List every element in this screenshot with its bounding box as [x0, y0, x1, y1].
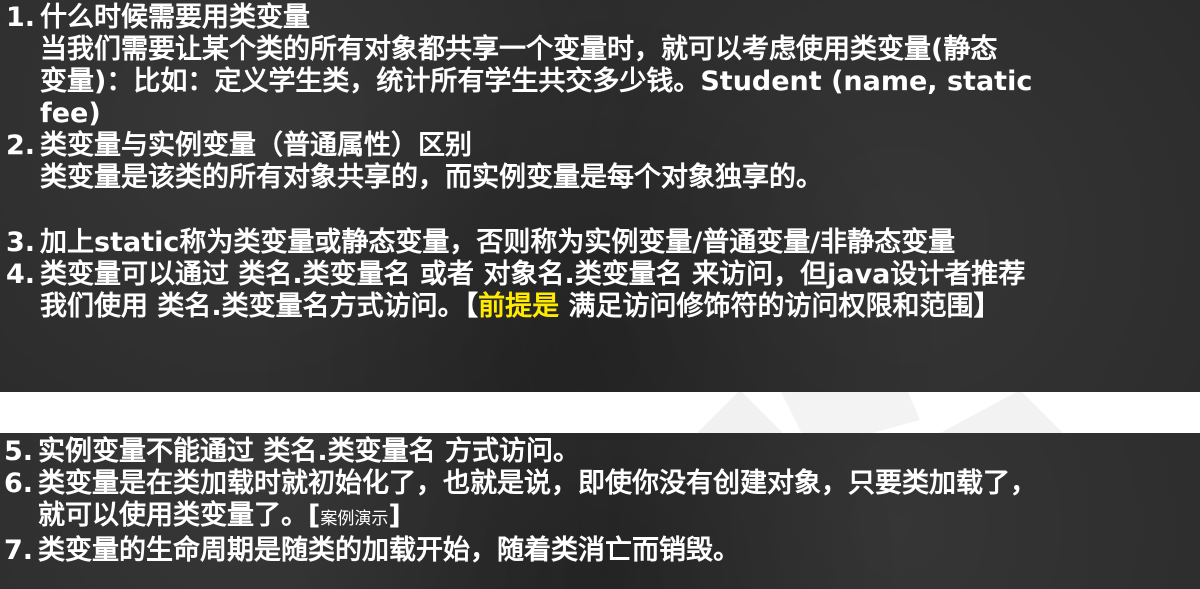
page: 1. 什么时候需要用类变量 当我们需要让某个类的所有对象都共享一个变量时，就可以…: [0, 0, 1200, 589]
item-text-segment: 就可以使用类变量了。: [38, 500, 308, 531]
item-heading: 类变量与实例变量（普通属性）区别: [40, 130, 472, 161]
item-number: 4.: [6, 259, 36, 290]
item-text-line: 类变量是在类加载时就初始化了，也就是说，即使你没有创建对象，只要类加载了，: [38, 468, 1037, 499]
item-text-line: 变量)：比如：定义学生类，统计所有学生共交多少钱。Student (name, …: [40, 66, 1033, 97]
item-number: 7.: [4, 535, 34, 566]
item-text-line: 类变量的生命周期是随类的加载开始，随着类消亡而销毁。: [38, 535, 740, 566]
item-number: 3.: [6, 227, 36, 258]
slide-bottom-panel: 5. 实例变量不能通过 类名.类变量名 方式访问。 6. 类变量是在类加载时就初…: [0, 433, 1200, 589]
bracket-open: [: [308, 500, 321, 531]
item-text-segment: 我们使用 类名.类变量名方式访问。【: [40, 291, 479, 322]
item-text-line: 加上static称为类变量或静态变量，否则称为实例变量/普通变量/非静态变量: [40, 227, 956, 258]
item-number: 6.: [4, 468, 34, 499]
list-item-6: 6. 类变量是在类加载时就初始化了，也就是说，即使你没有创建对象，只要类加载了，…: [4, 468, 1190, 535]
highlight-text: 前提是: [478, 291, 560, 322]
item-text-line: 类变量可以通过 类名.类变量名 或者 对象名.类变量名 来访问，但java设计者…: [40, 259, 1026, 290]
case-demo-tag: 案例演示: [320, 509, 389, 529]
item-text-line: 我们使用 类名.类变量名方式访问。【前提是 满足访问修饰符的访问权限和范围】: [40, 291, 1190, 323]
item-number: 5.: [4, 436, 34, 467]
item-number: 2.: [6, 130, 36, 161]
bracket-close: ]: [388, 500, 401, 531]
item-text-line: fee): [40, 98, 101, 129]
item-number: 1.: [6, 2, 36, 33]
list-item-2: 2. 类变量与实例变量（普通属性）区别 类变量是该类的所有对象共享的，而实例变量…: [6, 130, 1190, 194]
item-text-line: 就可以使用类变量了。[案例演示]: [38, 500, 1190, 535]
item-text-line: 实例变量不能通过 类名.类变量名 方式访问。: [38, 436, 581, 467]
list-item-3: 3. 加上static称为类变量或静态变量，否则称为实例变量/普通变量/非静态变…: [6, 227, 1190, 259]
list-item-7: 7. 类变量的生命周期是随类的加载开始，随着类消亡而销毁。: [4, 535, 1190, 567]
item-heading: 什么时候需要用类变量: [40, 2, 310, 33]
list-item-1: 1. 什么时候需要用类变量 当我们需要让某个类的所有对象都共享一个变量时，就可以…: [6, 2, 1190, 130]
slide-top-panel: 1. 什么时候需要用类变量 当我们需要让某个类的所有对象都共享一个变量时，就可以…: [0, 0, 1200, 392]
item-text-line: 当我们需要让某个类的所有对象都共享一个变量时，就可以考虑使用类变量(静态: [40, 34, 998, 65]
item-text-line: 类变量是该类的所有对象共享的，而实例变量是每个对象独享的。: [40, 162, 823, 193]
item-text-segment: 满足访问修饰符的访问权限和范围】: [559, 291, 1001, 322]
list-item-4: 4. 类变量可以通过 类名.类变量名 或者 对象名.类变量名 来访问，但java…: [6, 259, 1190, 323]
list-item-5: 5. 实例变量不能通过 类名.类变量名 方式访问。: [4, 436, 1190, 468]
